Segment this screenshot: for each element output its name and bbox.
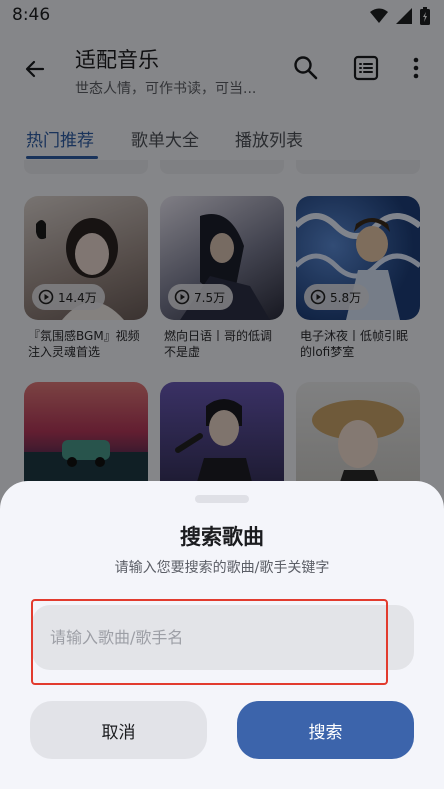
cancel-button[interactable]: 取消 [30, 701, 207, 759]
search-input-container [32, 605, 414, 670]
drag-handle[interactable] [195, 495, 249, 503]
search-input[interactable] [32, 605, 414, 670]
dialog-description: 请输入您要搜索的歌曲/歌手关键字 [114, 560, 330, 576]
search-dialog: 搜索歌曲 请输入您要搜索的歌曲/歌手关键字 取消 搜索 [0, 481, 444, 789]
dialog-title: 搜索歌曲 [180, 525, 264, 549]
search-submit-button[interactable]: 搜索 [237, 701, 414, 759]
